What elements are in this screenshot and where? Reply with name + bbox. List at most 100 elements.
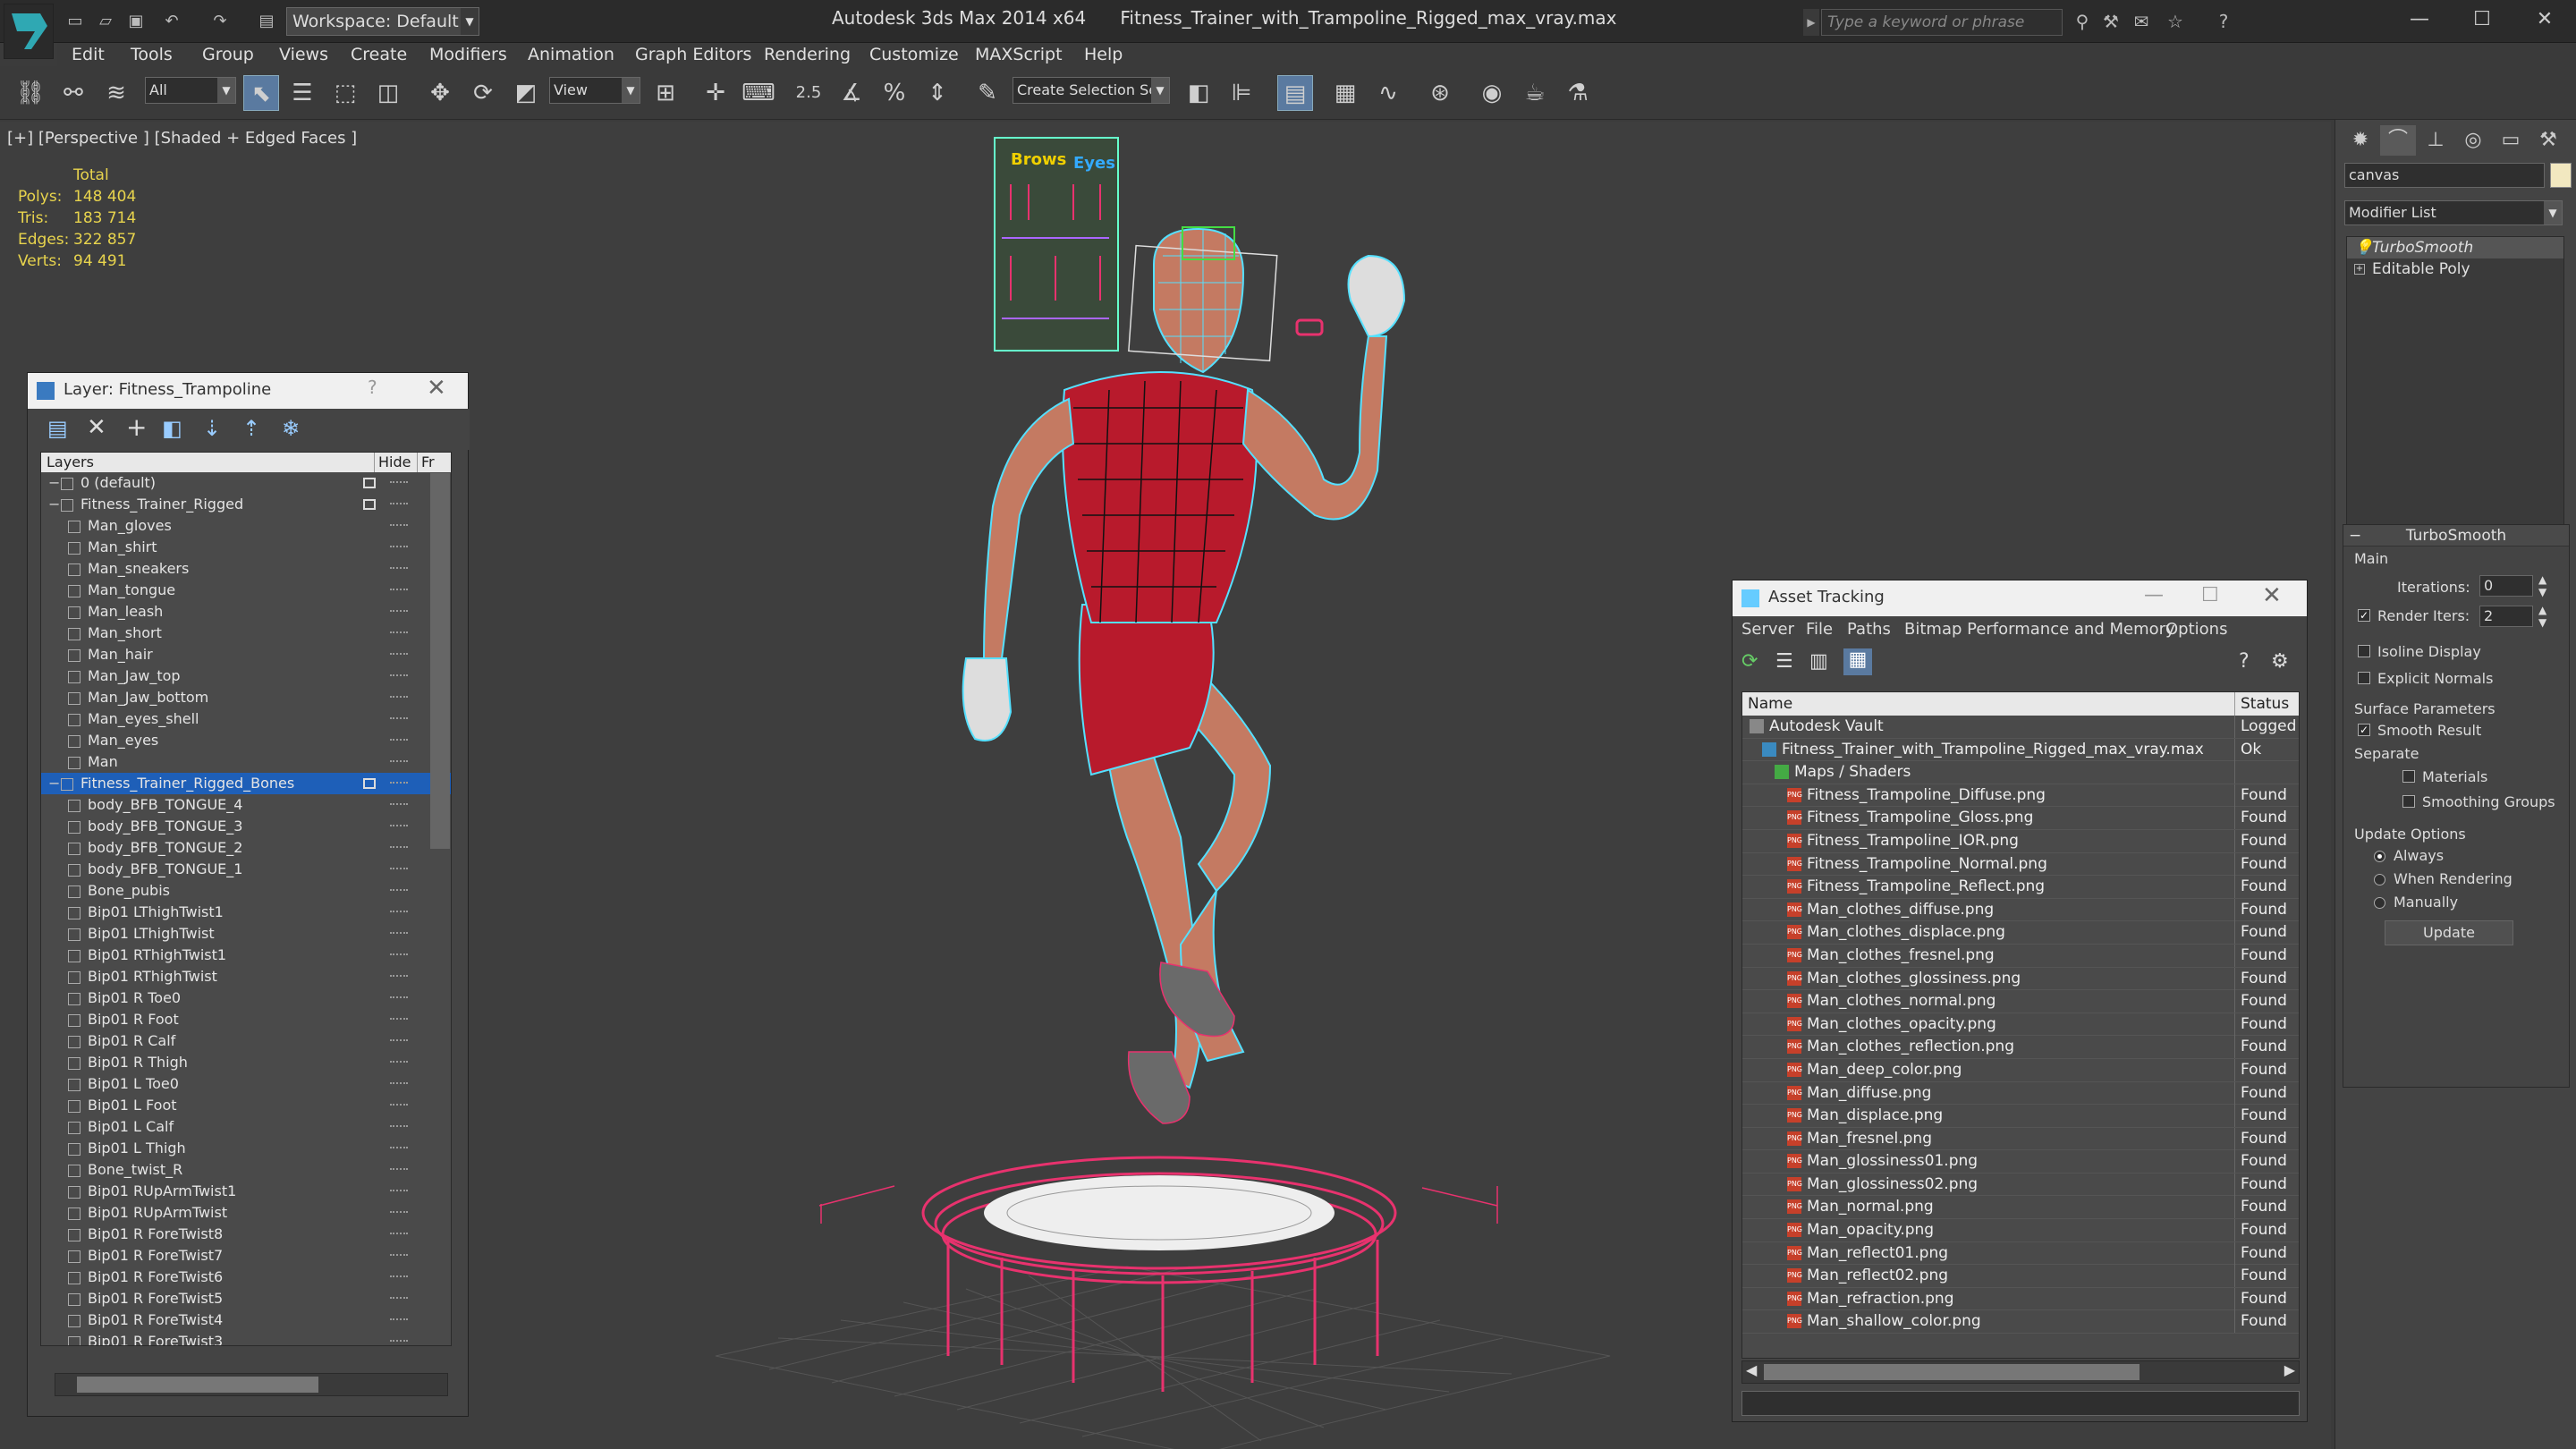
binoculars-icon[interactable]: ⚲ <box>2070 9 2095 34</box>
rotate-icon[interactable]: ⟳ <box>465 75 501 111</box>
freeze-toggle[interactable] <box>390 953 408 957</box>
freeze-toggle[interactable] <box>390 1147 408 1150</box>
spinner-snap-icon[interactable]: ⇕ <box>919 75 955 111</box>
col-status[interactable]: Status <box>2234 692 2289 716</box>
close-icon[interactable]: ✕ <box>427 375 446 402</box>
delete-layer-icon[interactable]: ✕ <box>87 414 106 441</box>
stack-item-turbosmooth[interactable]: 💡 TurboSmooth <box>2347 237 2563 258</box>
menu-customize[interactable]: Customize <box>869 43 959 66</box>
layer-row[interactable]: Man_sneakers <box>41 558 451 580</box>
freeze-toggle[interactable] <box>390 674 408 678</box>
freeze-toggle[interactable] <box>390 653 408 657</box>
scale-icon[interactable]: ◩ <box>508 75 544 111</box>
update-button[interactable]: Update <box>2385 920 2513 945</box>
close-icon[interactable]: ✕ <box>2513 0 2576 39</box>
asset-row[interactable]: PNG Man_displace.png Found <box>1742 1105 2299 1128</box>
favorites-star-icon[interactable]: ☆ <box>2163 9 2188 34</box>
redo-icon[interactable]: ↷ <box>208 9 233 34</box>
layer-row[interactable]: Bip01 R Calf <box>41 1030 451 1052</box>
menu-tools[interactable]: Tools <box>131 43 173 66</box>
align-icon[interactable]: ⊫ <box>1224 75 1259 111</box>
search-input[interactable]: Type a keyword or phrase <box>1821 9 2063 36</box>
menu-help[interactable]: Help <box>1084 43 1123 66</box>
asset-hscroll[interactable]: ◀ ▶ <box>1741 1360 2300 1384</box>
menu-options[interactable]: Options <box>2165 616 2227 643</box>
settings-icon[interactable]: ⚙ <box>2271 650 2289 673</box>
freeze-toggle[interactable] <box>390 1318 408 1322</box>
modifier-list-dropdown[interactable]: Modifier List ▼ <box>2344 200 2563 225</box>
menu-bitmap-performance[interactable]: Bitmap Performance and Memory <box>1904 616 2175 643</box>
chevron-right-icon[interactable]: ▶ <box>1803 9 1819 36</box>
layer-row[interactable]: Bip01 R ForeTwist4 <box>41 1309 451 1331</box>
always-radio[interactable] <box>2374 851 2385 862</box>
freeze-toggle[interactable] <box>390 739 408 742</box>
menu-file[interactable]: File <box>1806 616 1833 643</box>
hide-toggle[interactable] <box>363 778 376 789</box>
layer-row[interactable]: Man_eyes_shell <box>41 708 451 730</box>
undo-icon[interactable]: ↶ <box>159 9 184 34</box>
freeze-toggle[interactable] <box>390 868 408 871</box>
expand-icon[interactable]: + <box>2354 264 2365 275</box>
menu-create[interactable]: Create <box>351 43 407 66</box>
highlight-selected-icon[interactable]: ⇣ <box>203 416 221 441</box>
layer-row[interactable]: Bip01 L Calf <box>41 1116 451 1138</box>
freeze-toggle[interactable] <box>390 567 408 571</box>
freeze-toggle[interactable] <box>390 1297 408 1301</box>
freeze-toggle[interactable] <box>390 610 408 614</box>
hscroll-thumb[interactable] <box>77 1377 318 1393</box>
asset-row[interactable]: PNG Man_clothes_normal.png Found <box>1742 990 2299 1013</box>
refresh-icon[interactable]: ⟳ <box>1741 650 1758 673</box>
layer-row[interactable]: Man_Jaw_top <box>41 665 451 687</box>
smoothing-groups-checkbox[interactable] <box>2402 795 2415 808</box>
asset-row[interactable]: PNG Fitness_Trampoline_Normal.png Found <box>1742 852 2299 877</box>
layer-row[interactable]: Bip01 R Foot <box>41 1009 451 1030</box>
layer-row[interactable]: Bip01 R Toe0 <box>41 987 451 1009</box>
explicit-normals-checkbox[interactable] <box>2358 672 2370 684</box>
menu-server[interactable]: Server <box>1741 616 1794 643</box>
select-object-icon[interactable]: ⬉ <box>243 75 279 111</box>
app-logo[interactable] <box>4 4 54 59</box>
graphite-ribbon-icon[interactable]: ▦ <box>1327 75 1363 111</box>
iterations-spinner[interactable]: 0 <box>2479 575 2533 597</box>
asset-row[interactable]: PNG Man_refraction.png Found <box>1742 1287 2299 1311</box>
layer-row[interactable]: Bip01 RUpArmTwist1 <box>41 1181 451 1202</box>
hide-all-layers-icon[interactable]: ⇡ <box>242 416 260 441</box>
percent-snap-icon[interactable]: % <box>877 75 912 111</box>
keyboard-shortcut-icon[interactable]: ⌨ <box>741 75 776 111</box>
asset-row[interactable]: PNG Man_clothes_opacity.png Found <box>1742 1013 2299 1037</box>
menu-edit[interactable]: Edit <box>72 43 105 66</box>
materials-checkbox[interactable] <box>2402 770 2415 783</box>
motion-tab-icon[interactable]: ◎ <box>2455 125 2491 156</box>
isoline-checkbox[interactable] <box>2358 645 2370 657</box>
layer-row[interactable]: Man_leash <box>41 601 451 623</box>
layer-row[interactable]: Bip01 RThighTwist <box>41 966 451 987</box>
layer-row[interactable]: Bip01 R ForeTwist6 <box>41 1267 451 1288</box>
asset-row[interactable]: PNG Man_glossiness01.png Found <box>1742 1150 2299 1174</box>
spinner-arrows-icon[interactable]: ▲ ▼ <box>2538 604 2546 629</box>
create-tab-icon[interactable]: ✹ <box>2343 125 2378 156</box>
layer-row[interactable]: Man_tongue <box>41 580 451 601</box>
layer-scrollbar[interactable] <box>430 473 450 849</box>
schematic-view-icon[interactable]: ⊛ <box>1422 75 1458 111</box>
layer-row[interactable]: body_BFB_TONGUE_2 <box>41 837 451 859</box>
collapse-icon[interactable]: − <box>48 494 60 515</box>
menu-maxscript[interactable]: MAXScript <box>975 43 1063 66</box>
layer-row[interactable]: Bip01 R ForeTwist7 <box>41 1245 451 1267</box>
layer-row[interactable]: − Fitness_Trainer_Rigged <box>41 494 451 515</box>
freeze-toggle[interactable] <box>390 546 408 549</box>
freeze-toggle[interactable] <box>390 1275 408 1279</box>
menu-rendering[interactable]: Rendering <box>764 43 851 66</box>
freeze-all-layers-icon[interactable]: ❄ <box>282 416 300 441</box>
freeze-toggle[interactable] <box>390 589 408 592</box>
freeze-toggle[interactable] <box>390 1254 408 1258</box>
move-icon[interactable]: ✥ <box>422 75 458 111</box>
select-manipulate-icon[interactable]: ✛ <box>698 75 733 111</box>
layer-row[interactable]: Man_gloves <box>41 515 451 537</box>
named-selection-dropdown[interactable]: Create Selection Se ▼ <box>1013 77 1170 104</box>
layer-row[interactable]: Bip01 R Thigh <box>41 1052 451 1073</box>
layer-row[interactable]: − Fitness_Trainer_Rigged_Bones <box>41 773 451 794</box>
layer-row[interactable]: Bip01 L Thigh <box>41 1138 451 1159</box>
lightbulb-icon[interactable]: 💡 <box>2354 237 2373 258</box>
hierarchy-tab-icon[interactable]: ⊥ <box>2418 125 2453 156</box>
layer-row[interactable]: body_BFB_TONGUE_4 <box>41 794 451 816</box>
